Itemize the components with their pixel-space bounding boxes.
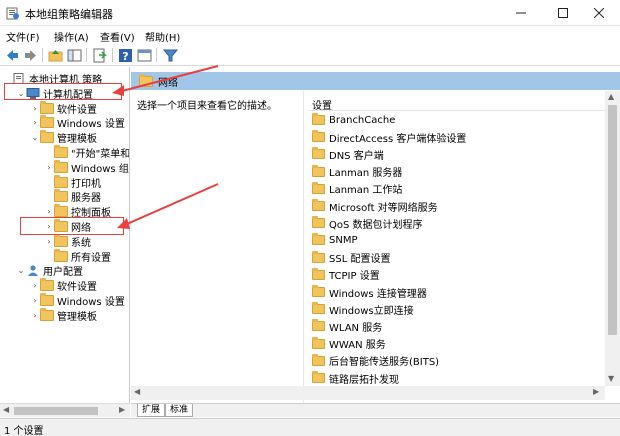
annotation-arrowhead [117, 218, 130, 229]
annotation-arrowhead [112, 85, 124, 96]
annotation-arrows [112, 65, 219, 229]
annotation-arrow [126, 183, 219, 225]
annotation-arrow [121, 65, 219, 92]
